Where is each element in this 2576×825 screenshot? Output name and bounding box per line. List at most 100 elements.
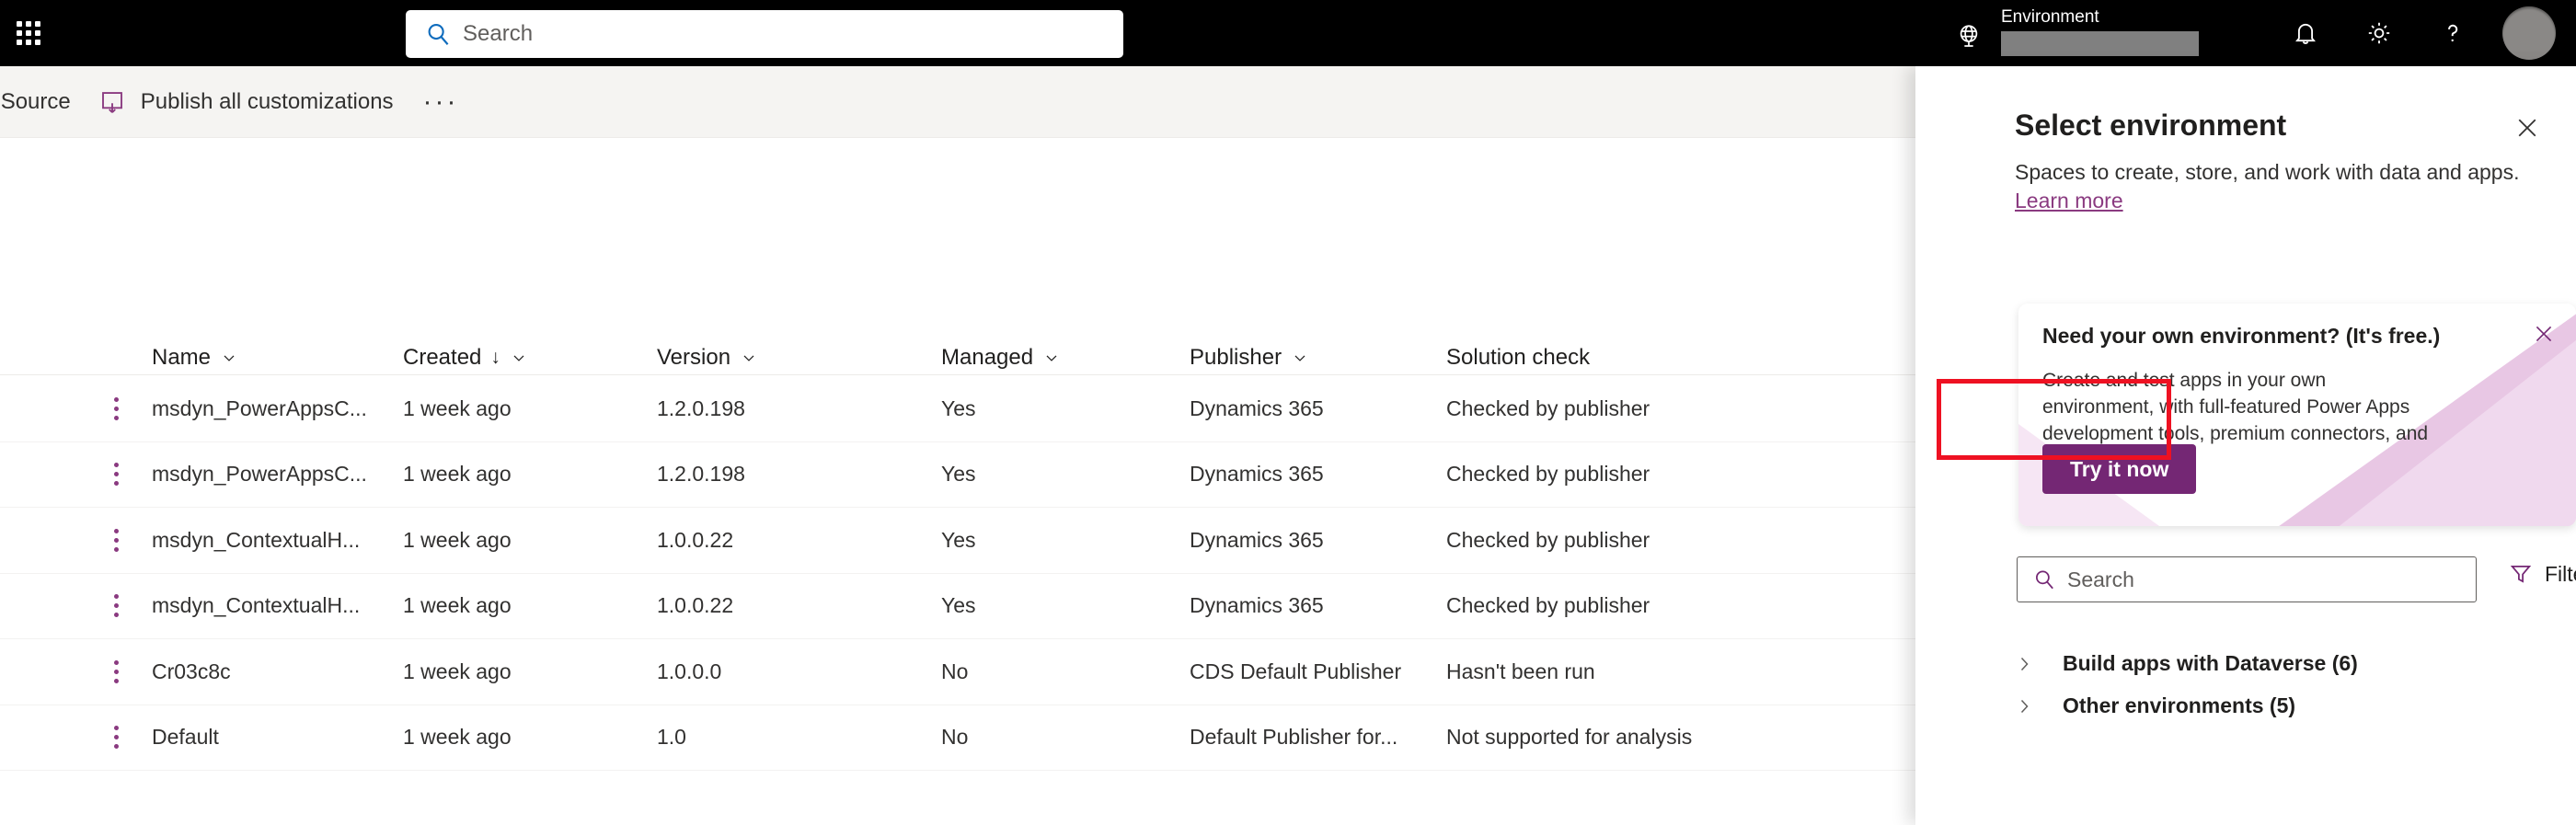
globe-icon[interactable]: [1954, 20, 1984, 50]
column-header-publisher[interactable]: Publisher: [1190, 345, 1446, 371]
cell-name: msdyn_PowerAppsC...: [152, 462, 367, 487]
more-options-icon[interactable]: [114, 726, 119, 750]
chevron-down-icon[interactable]: [510, 349, 528, 367]
environment-group-other-environments[interactable]: Other environments (5): [2013, 693, 2547, 718]
cell-created: 1 week ago: [403, 395, 512, 420]
teaching-callout-card: Need your own environment? (It's free.) …: [2018, 304, 2576, 526]
cell-version: 1.2.0.198: [657, 395, 745, 420]
appsource-label: AppSource: [0, 88, 71, 114]
publish-all-customizations-label: Publish all customizations: [140, 88, 394, 114]
environment-label: Environment: [2001, 7, 2099, 27]
row-actions-button[interactable]: [0, 659, 152, 683]
environment-picker[interactable]: Environment: [2001, 7, 2213, 56]
chevron-right-icon[interactable]: [2013, 695, 2035, 717]
row-actions-button[interactable]: [0, 726, 152, 750]
table-row[interactable]: msdyn_ContextualH... 1 week ago 1.0.0.22 Ye…: [0, 508, 1918, 574]
cell-version: 1.2.0.198: [657, 462, 745, 487]
row-actions-button[interactable]: [0, 463, 152, 487]
cell-publisher: Dynamics 365: [1190, 527, 1324, 552]
callout-close-icon[interactable]: [2532, 322, 2556, 346]
chevron-down-icon[interactable]: [740, 349, 758, 367]
cell-name: msdyn_PowerAppsC...: [152, 395, 367, 420]
chevron-right-icon[interactable]: [2013, 653, 2035, 675]
column-header-label: Version: [657, 344, 731, 370]
more-options-icon[interactable]: [114, 463, 119, 487]
environment-search-placeholder: Search: [2067, 567, 2134, 591]
cell-managed: Yes: [941, 527, 976, 552]
table-row[interactable]: msdyn_ContextualH... 1 week ago 1.0.0.22 Ye…: [0, 574, 1918, 639]
row-actions-button[interactable]: [0, 594, 152, 618]
table-row[interactable]: Cr03c8c 1 week ago 1.0.0.0 No CDS Default Pu…: [0, 639, 1918, 705]
more-options-icon[interactable]: [114, 659, 119, 683]
more-options-icon[interactable]: [114, 594, 119, 618]
cell-publisher: Dynamics 365: [1190, 462, 1324, 487]
search-icon: [424, 20, 452, 48]
row-actions-button[interactable]: [0, 528, 152, 552]
environment-group-build-apps-with-dataverse[interactable]: Build apps with Dataverse (6): [2013, 651, 2547, 676]
cell-solution_check: Checked by publisher: [1446, 395, 1650, 420]
cell-created: 1 week ago: [403, 659, 512, 683]
table-body: msdyn_PowerAppsC... 1 week ago 1.2.0.198 Ye…: [0, 376, 1918, 771]
settings-gear-icon[interactable]: [2342, 0, 2416, 66]
filter-button[interactable]: Filter: [2508, 561, 2576, 587]
top-header-bar: Search Environment: [0, 0, 2576, 66]
search-icon: [2032, 567, 2056, 591]
cell-version: 1.0.0.22: [657, 593, 734, 618]
select-environment-panel: Select environment Spaces to create, sto…: [1915, 66, 2576, 825]
cell-solution_check: Checked by publisher: [1446, 527, 1650, 552]
help-question-icon[interactable]: [2416, 0, 2490, 66]
cell-name: Default: [152, 725, 219, 750]
global-search-placeholder: Search: [463, 21, 534, 46]
user-avatar[interactable]: [2502, 6, 2556, 60]
global-search-input[interactable]: Search: [406, 10, 1123, 58]
filter-funnel-icon: [2508, 561, 2534, 587]
column-header-created[interactable]: Created ↓: [403, 345, 657, 371]
publish-icon: [97, 86, 128, 118]
column-header-name[interactable]: Name: [152, 345, 403, 371]
app-root: Search Environment Source Publish all cu…: [0, 0, 2576, 825]
cell-solution_check: Not supported for analysis: [1446, 725, 1693, 750]
filter-label: Filter: [2545, 561, 2576, 586]
cell-publisher: CDS Default Publisher: [1190, 659, 1402, 683]
cell-managed: Yes: [941, 462, 976, 487]
learn-more-link[interactable]: Learn more: [2015, 189, 2123, 213]
cell-managed: No: [941, 725, 969, 750]
more-options-icon[interactable]: [114, 528, 119, 552]
appsource-button[interactable]: AppSource: [0, 66, 84, 138]
table-row[interactable]: msdyn_PowerAppsC... 1 week ago 1.2.0.198 Ye…: [0, 376, 1918, 442]
table-row[interactable]: msdyn_PowerAppsC... 1 week ago 1.2.0.198 Ye…: [0, 442, 1918, 508]
row-actions-button[interactable]: [0, 396, 152, 420]
cell-version: 1.0.0.0: [657, 659, 722, 683]
environment-value-redacted[interactable]: [2001, 31, 2199, 56]
close-icon[interactable]: [2513, 114, 2541, 142]
cell-publisher: Default Publisher for...: [1190, 725, 1398, 750]
column-header-label: Managed: [941, 344, 1034, 370]
notifications-bell-icon[interactable]: [2269, 0, 2342, 66]
chevron-down-icon[interactable]: [1042, 349, 1061, 367]
cell-publisher: Dynamics 365: [1190, 395, 1324, 420]
group-label: Other environments (5): [2063, 693, 2296, 717]
more-options-icon[interactable]: [114, 396, 119, 420]
cell-created: 1 week ago: [403, 462, 512, 487]
chevron-down-icon[interactable]: [220, 349, 238, 367]
column-header-label: Solution check: [1446, 344, 1591, 370]
column-header-solution_check: Solution check: [1446, 345, 1814, 371]
column-header-label: Name: [152, 344, 212, 370]
cell-solution_check: Checked by publisher: [1446, 462, 1650, 487]
column-header-label: Created: [403, 344, 482, 370]
environment-search-input[interactable]: Search: [2017, 556, 2477, 602]
column-header-version[interactable]: Version: [657, 345, 941, 371]
table-row[interactable]: Default 1 week ago 1.0 No Default Publisher …: [0, 705, 1918, 771]
cell-name: msdyn_ContextualH...: [152, 527, 361, 552]
try-it-now-button[interactable]: Try it now: [2042, 444, 2197, 494]
cell-created: 1 week ago: [403, 725, 512, 750]
publish-all-customizations-button[interactable]: Publish all customizations: [84, 66, 407, 138]
cell-managed: Yes: [941, 593, 976, 618]
chevron-down-icon[interactable]: [1291, 349, 1309, 367]
waffle-icon[interactable]: [0, 0, 57, 66]
cell-created: 1 week ago: [403, 593, 512, 618]
header-actions: [2269, 0, 2563, 66]
command-bar-overflow-button[interactable]: ···: [407, 87, 476, 116]
solutions-table: Name Created ↓ Version Managed Publisher Solut…: [0, 138, 1918, 825]
column-header-managed[interactable]: Managed: [941, 345, 1190, 371]
